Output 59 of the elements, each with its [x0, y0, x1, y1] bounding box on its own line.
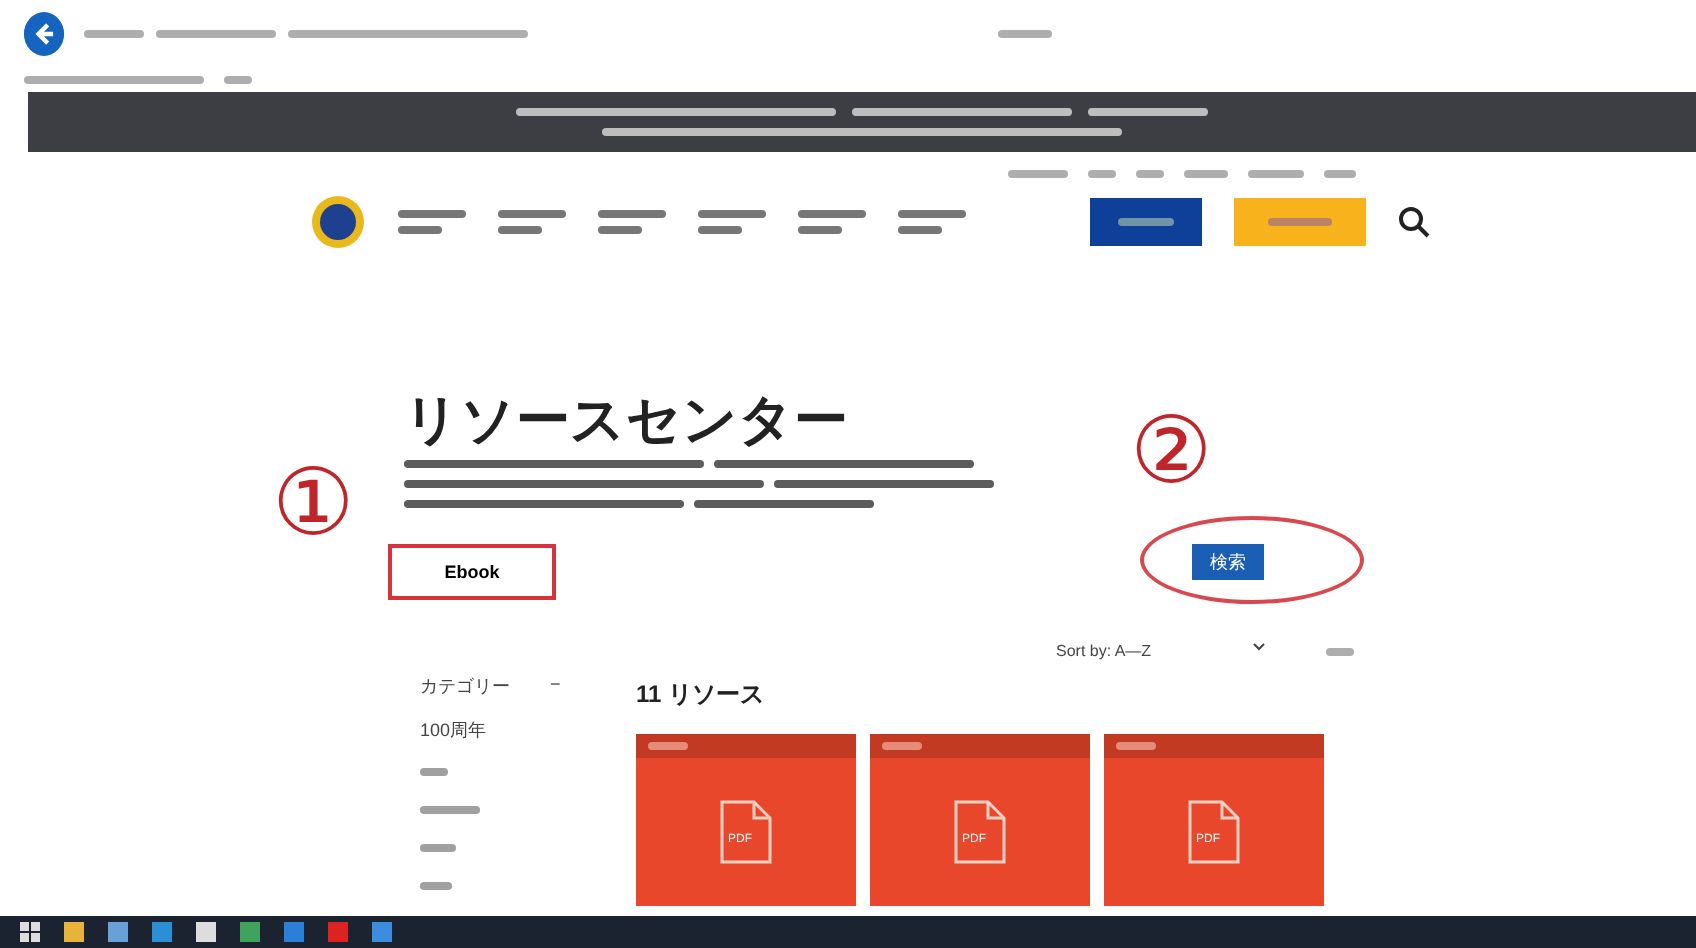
category-item[interactable]: 100周年: [420, 718, 561, 744]
collapse-toggle[interactable]: −: [550, 674, 561, 700]
sort-dropdown[interactable]: Sort by: A—Z: [1056, 642, 1266, 660]
document-icon: [954, 800, 1006, 864]
illegible-text-line: [698, 226, 742, 234]
document-icon: [1188, 800, 1240, 864]
nav-link[interactable]: [898, 210, 966, 234]
donate-button[interactable]: [1234, 198, 1366, 246]
category-heading: カテゴリー: [420, 674, 510, 700]
illegible-text-line: [1116, 742, 1156, 750]
result-count: 11 リソース: [636, 678, 765, 712]
illegible-text-line: [224, 76, 252, 84]
illegible-text-line: [648, 742, 688, 750]
nav-link[interactable]: [598, 210, 666, 234]
illegible-text-line: [898, 210, 966, 218]
illegible-text-line: [898, 226, 942, 234]
illegible-text-line: [1118, 218, 1174, 226]
illegible-text-line: [1248, 170, 1304, 178]
illegible-text-line: [420, 806, 480, 814]
illegible-text-line: [598, 210, 666, 218]
page-title: リソースセンター: [404, 388, 848, 454]
illegible-text-line: [1088, 170, 1116, 178]
illegible-text-line: [498, 210, 566, 218]
illegible-text-line: [398, 226, 442, 234]
back-button[interactable]: [24, 12, 65, 56]
document-icon: [720, 800, 772, 864]
illegible-text-line: [598, 226, 642, 234]
nav-link[interactable]: [398, 210, 466, 234]
illegible-text-line: [1268, 218, 1332, 226]
filter-tab[interactable]: Ebook: [388, 544, 556, 600]
illegible-text-line: [882, 742, 922, 750]
illegible-text-line: [420, 882, 452, 890]
illegible-text-line: [997, 30, 1052, 38]
illegible-text-line: [1324, 170, 1356, 178]
illegible-text-line: [1184, 170, 1228, 178]
chevron-icon: [1251, 642, 1266, 652]
windows-start-icon[interactable]: [20, 922, 40, 942]
illegible-text-line: [420, 768, 448, 776]
illegible-text-line: [84, 30, 145, 38]
illegible-text-line: [1008, 170, 1068, 178]
join-button[interactable]: [1090, 198, 1202, 246]
illegible-text-line: [1136, 170, 1164, 178]
annotation-number: ②: [1130, 404, 1213, 496]
illegible-text-line: [498, 226, 542, 234]
nav-link[interactable]: [498, 210, 566, 234]
illegible-text-line: [798, 226, 842, 234]
nav-link[interactable]: [698, 210, 766, 234]
illegible-text-line: [698, 210, 766, 218]
illegible-text-line: [398, 210, 466, 218]
search-button[interactable]: 検索: [1192, 544, 1264, 580]
illegible-text-line: [156, 30, 277, 38]
illegible-text-line: [420, 844, 456, 852]
lion-logo[interactable]: [310, 194, 366, 250]
search-icon[interactable]: [1398, 206, 1430, 238]
illegible-text-line: [1325, 647, 1354, 655]
nav-link[interactable]: [798, 210, 866, 234]
annotation-number: ①: [272, 456, 355, 548]
illegible-text-line: [798, 210, 866, 218]
illegible-text-line: [1088, 108, 1208, 116]
